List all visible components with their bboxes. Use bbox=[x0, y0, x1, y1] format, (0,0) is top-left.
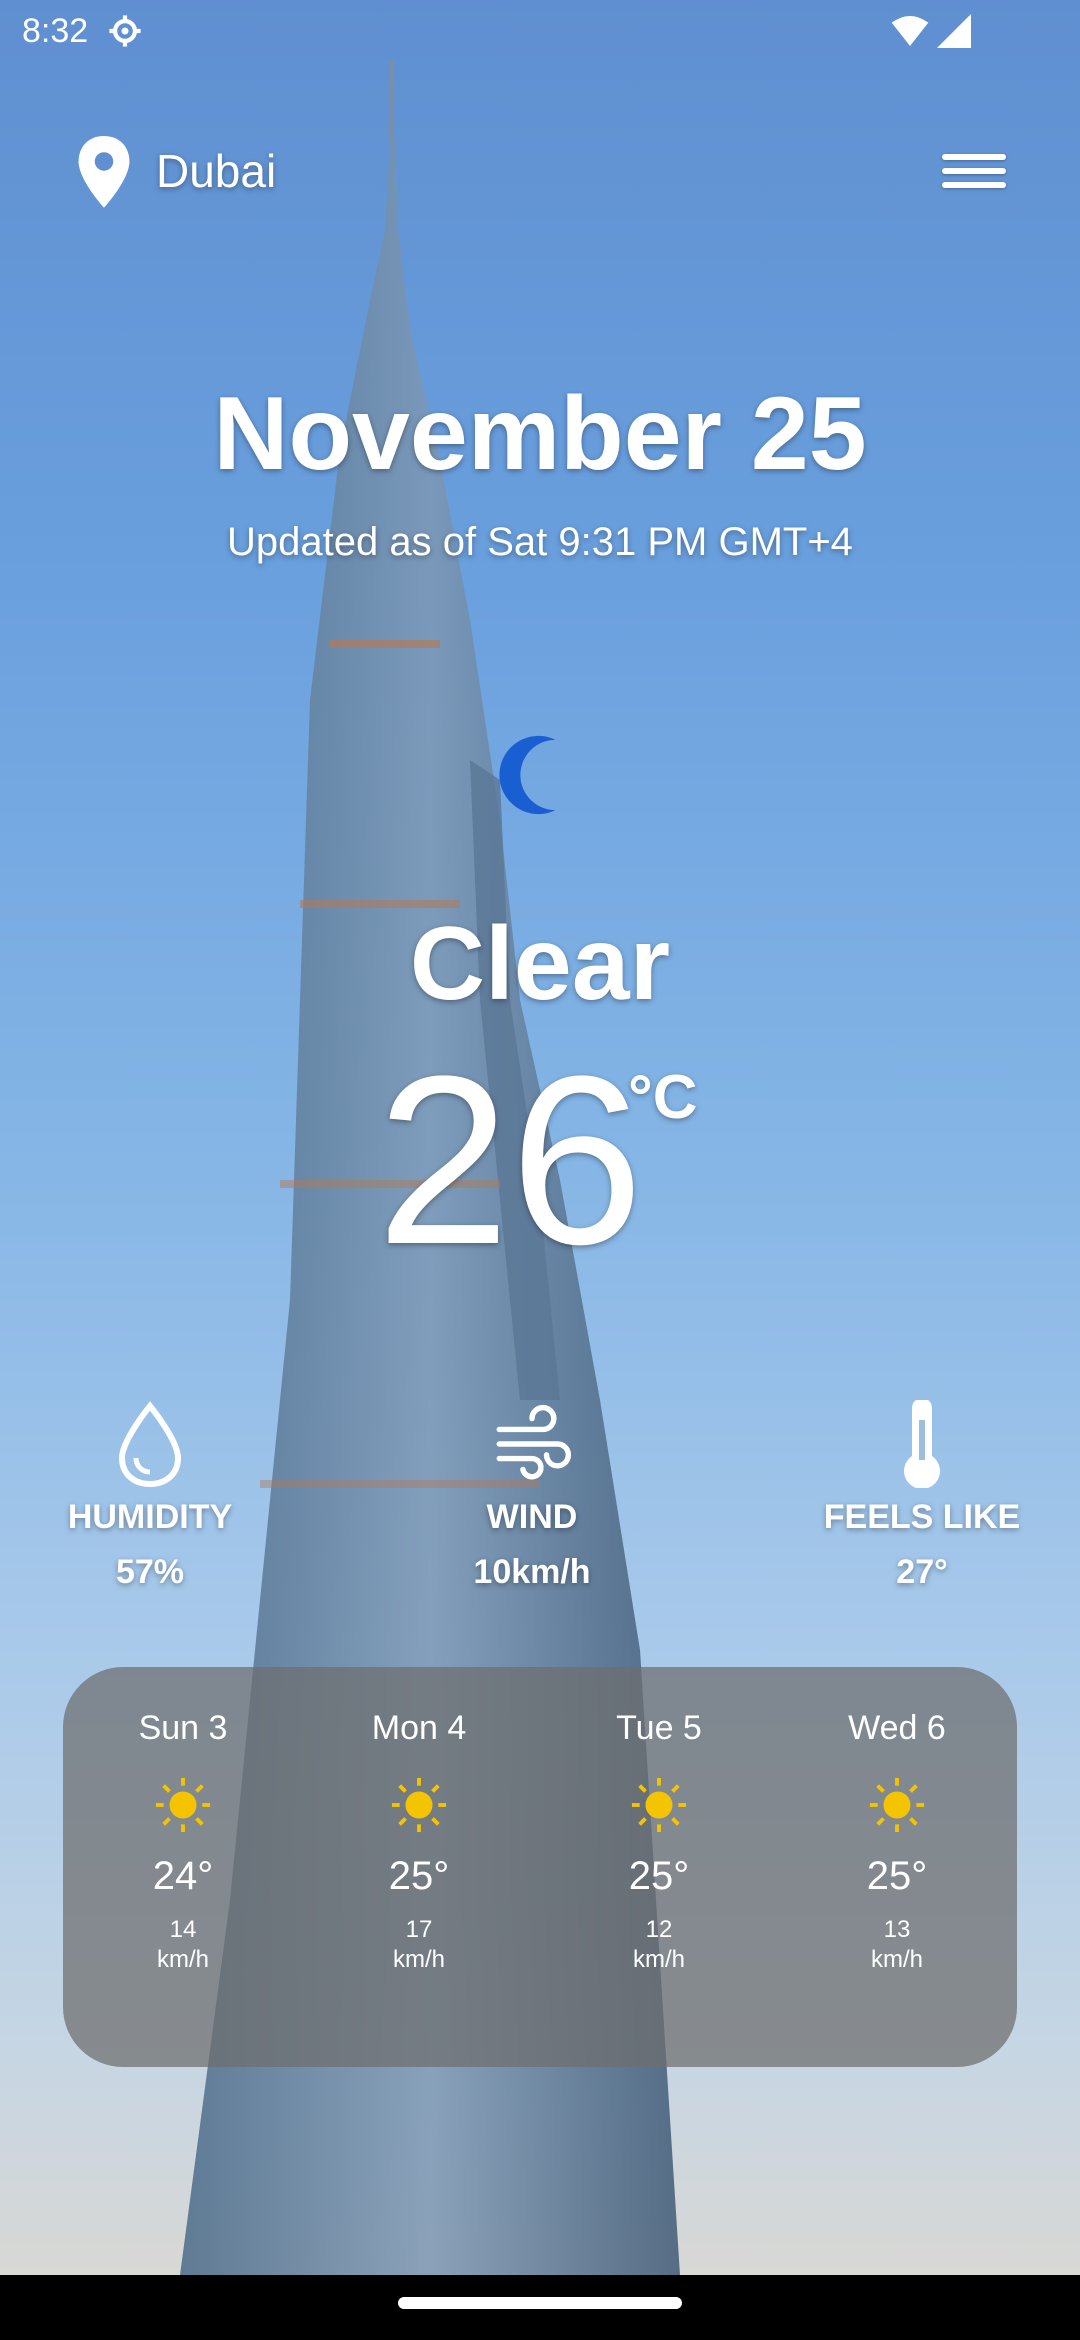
feels-like-label: FEELS LIKE bbox=[823, 1498, 1021, 1536]
feels-like-value: 27° bbox=[896, 1553, 948, 1591]
updated-timestamp: Updated as of Sat 9:31 PM GMT+4 bbox=[227, 520, 853, 564]
wifi-icon bbox=[891, 16, 929, 46]
feels-like-stat: FEELS LIKE 27° bbox=[772, 1400, 1072, 1592]
humidity-value: 57% bbox=[115, 1553, 185, 1591]
wind-value: 10km/h bbox=[473, 1553, 591, 1591]
sun-icon bbox=[155, 1777, 211, 1833]
sun-icon bbox=[631, 1777, 687, 1833]
current-temperature: 26 bbox=[376, 1026, 644, 1294]
wind-stat: WIND 10km/h bbox=[382, 1400, 682, 1592]
forecast-wind: 14 km/h bbox=[156, 1916, 209, 1973]
crescent-moon-icon bbox=[499, 735, 556, 815]
forecast-panel: Sun 3 24° 14 km/h Mon 4 25° 17 km/h Tue 5 bbox=[63, 1667, 1017, 2067]
forecast-wind: 13 km/h bbox=[870, 1916, 923, 1973]
location-pin-icon[interactable] bbox=[76, 136, 132, 210]
temperature-unit: °C bbox=[628, 1063, 698, 1132]
wind-label: WIND bbox=[486, 1498, 578, 1536]
wind-icon bbox=[496, 1404, 572, 1480]
status-time: 8:32 bbox=[22, 12, 89, 50]
location-header: Dubai bbox=[0, 120, 1080, 230]
humidity-stat: HUMIDITY 57% bbox=[0, 1400, 300, 1592]
forecast-temp: 25° bbox=[388, 1854, 450, 1898]
hamburger-menu-icon[interactable] bbox=[934, 146, 1016, 208]
settings-gear-icon bbox=[109, 15, 141, 47]
forecast-wind: 17 km/h bbox=[392, 1916, 445, 1973]
home-gesture-handle[interactable] bbox=[398, 2297, 682, 2309]
thermometer-icon bbox=[904, 1400, 940, 1488]
water-drop-icon bbox=[118, 1401, 182, 1488]
forecast-wind: 12 km/h bbox=[632, 1916, 685, 1973]
weather-screen: 8:32 Dubai November 25 Updated as of Sat… bbox=[0, 0, 1080, 2340]
status-bar: 8:32 bbox=[0, 0, 1080, 64]
forecast-day-name: Wed 6 bbox=[848, 1709, 946, 1747]
forecast-day-name: Tue 5 bbox=[616, 1709, 702, 1747]
forecast-temp: 25° bbox=[866, 1854, 928, 1898]
signal-icon bbox=[937, 14, 971, 48]
sun-icon bbox=[391, 1777, 447, 1833]
current-date: November 25 bbox=[213, 376, 867, 492]
weather-condition: Clear bbox=[409, 906, 671, 1022]
forecast-day[interactable]: Tue 5 25° 12 km/h bbox=[539, 1709, 779, 1975]
forecast-day-name: Sun 3 bbox=[138, 1709, 228, 1747]
forecast-day[interactable]: Sun 3 24° 14 km/h bbox=[63, 1709, 303, 1975]
city-name[interactable]: Dubai bbox=[156, 144, 276, 198]
sun-icon bbox=[869, 1777, 925, 1833]
forecast-temp: 25° bbox=[628, 1854, 690, 1898]
forecast-temp: 24° bbox=[152, 1854, 214, 1898]
forecast-day-name: Mon 4 bbox=[371, 1709, 467, 1747]
navigation-bar bbox=[0, 2275, 1080, 2340]
forecast-day[interactable]: Mon 4 25° 17 km/h bbox=[299, 1709, 539, 1975]
humidity-label: HUMIDITY bbox=[67, 1498, 233, 1536]
forecast-day[interactable]: Wed 6 25° 13 km/h bbox=[777, 1709, 1017, 1975]
